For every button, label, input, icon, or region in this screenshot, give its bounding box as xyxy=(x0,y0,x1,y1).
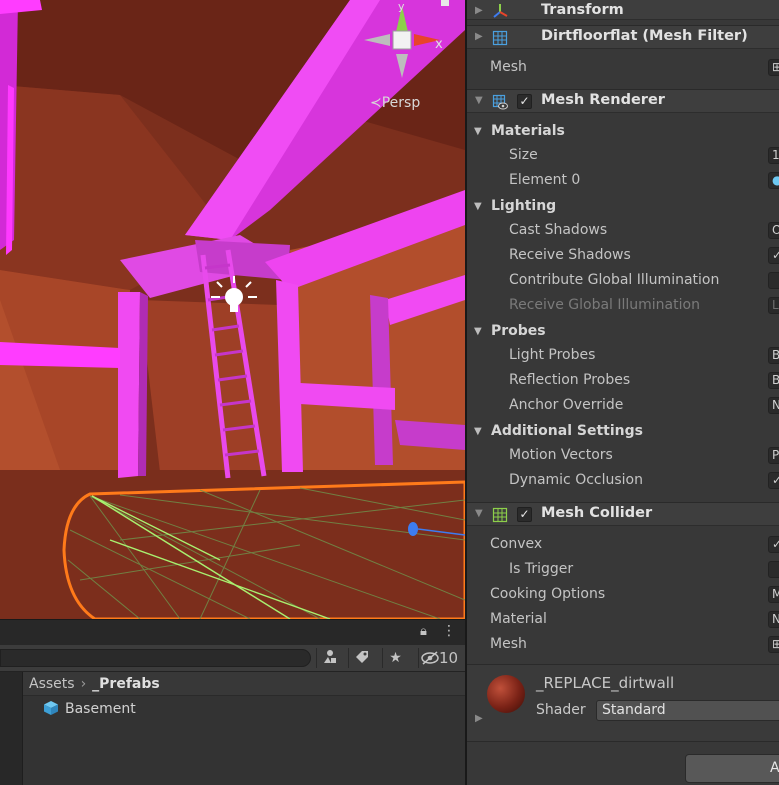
component-mesh-collider-header[interactable]: ▼ ✓ Mesh Collider xyxy=(467,502,779,526)
fold-arrow-icon: ▼ xyxy=(474,426,482,437)
dynamic-occlusion-row: Dynamic Occlusion ✓ xyxy=(467,468,779,493)
perspective-icon: ≺ xyxy=(370,95,382,111)
cooking-options-dropdown[interactable]: Mixed... xyxy=(768,586,779,603)
shader-label: Shader xyxy=(536,702,586,718)
component-title: Mesh Renderer xyxy=(541,92,665,108)
mesh-filter-icon xyxy=(492,30,508,46)
reflection-probes-dropdown[interactable]: Blend Probes xyxy=(768,372,779,389)
asset-item-basement[interactable]: Basement xyxy=(43,699,136,719)
convex-checkbox[interactable]: ✓ xyxy=(768,536,779,553)
probes-section[interactable]: ▼ Probes xyxy=(467,319,779,344)
enabled-checkbox[interactable]: ✓ xyxy=(517,507,532,522)
component-mesh-filter-header[interactable]: ▶ Dirtfloorflat (Mesh Filter) xyxy=(467,25,779,49)
kebab-menu-icon[interactable]: ⋮ xyxy=(442,623,456,639)
receive-gi-row: Receive Global Illumination Lightmaps xyxy=(467,293,779,318)
materials-size-row: Size 1 xyxy=(467,143,779,168)
component-title: Mesh Collider xyxy=(541,505,653,521)
component-title: Transform xyxy=(541,2,624,18)
project-toolbar: ★ 10 xyxy=(0,645,465,672)
add-component-button[interactable]: Add Component xyxy=(685,754,779,783)
receive-gi-dropdown: Lightmaps xyxy=(768,297,779,314)
motion-vectors-dropdown[interactable]: Per Object Motion xyxy=(768,447,779,464)
dynamic-occlusion-checkbox[interactable]: ✓ xyxy=(768,472,779,489)
gizmo-y-label: y xyxy=(398,0,405,13)
contribute-gi-row: Contribute Global Illumination xyxy=(467,268,779,293)
mesh-collider-icon xyxy=(492,507,508,523)
enabled-checkbox[interactable]: ✓ xyxy=(517,94,532,109)
transform-axes-icon xyxy=(493,4,508,18)
prefab-cube-icon xyxy=(44,701,58,715)
inspector-panel: ▶ Transform ▶ Dirtfloorflat (Mesh Filter… xyxy=(467,0,779,785)
anchor-override-field[interactable]: None (Transform) xyxy=(768,397,779,414)
material-dot-icon: ● xyxy=(772,173,779,187)
filter-by-type-icon[interactable] xyxy=(316,648,342,668)
mesh-filter-mesh-row: Mesh ⊞ xyxy=(467,55,779,80)
mesh-object-field[interactable]: ⊞ xyxy=(768,59,779,76)
hidden-packages-toggle[interactable]: 10 xyxy=(418,648,458,668)
is-trigger-row: Is Trigger xyxy=(467,557,779,582)
light-probes-dropdown[interactable]: Blend Probes xyxy=(768,347,779,364)
fold-arrow-icon: ▼ xyxy=(474,126,482,137)
reflection-probes-row: Reflection Probes Blend Probes xyxy=(467,368,779,393)
cooking-options-row: Cooking Options Mixed... xyxy=(467,582,779,607)
favorites-star-icon[interactable]: ★ xyxy=(382,648,408,668)
motion-vectors-row: Motion Vectors Per Object Motion xyxy=(467,443,779,468)
component-transform-header[interactable]: ▶ Transform xyxy=(467,0,779,20)
breadcrumb-prefabs[interactable]: _Prefabs xyxy=(92,676,160,692)
collider-mesh-row: Mesh ⊞ xyxy=(467,632,779,657)
convex-row: Convex ✓ xyxy=(467,532,779,557)
scene-view[interactable]: y x ≺Persp xyxy=(0,0,465,619)
is-trigger-checkbox[interactable] xyxy=(768,561,779,578)
project-folder-tree[interactable] xyxy=(0,672,23,785)
filter-by-label-icon[interactable] xyxy=(348,648,374,668)
receive-shadows-row: Receive Shadows ✓ xyxy=(467,243,779,268)
collider-material-row: Material None (Physic Material) xyxy=(467,607,779,632)
eye-slash-icon xyxy=(421,651,439,665)
material-name: _REPLACE_dirtwall xyxy=(536,674,675,692)
contribute-gi-checkbox[interactable] xyxy=(768,272,779,289)
fold-arrow-icon[interactable]: ▶ xyxy=(475,713,483,724)
shader-dropdown[interactable]: Standard xyxy=(596,700,779,721)
cast-shadows-dropdown[interactable]: On xyxy=(768,222,779,239)
mesh-renderer-icon xyxy=(492,94,508,110)
fold-arrow-icon[interactable]: ▼ xyxy=(475,95,483,106)
breadcrumb-chevron-icon: › xyxy=(80,676,87,692)
materials-section[interactable]: ▼ Materials xyxy=(467,119,779,144)
mesh-label: Mesh xyxy=(490,59,527,75)
receive-shadows-checkbox[interactable]: ✓ xyxy=(768,247,779,264)
cast-shadows-row: Cast Shadows On xyxy=(467,218,779,243)
scene-render[interactable]: y x xyxy=(0,0,465,619)
component-mesh-renderer-header[interactable]: ▼ ✓ Mesh Renderer xyxy=(467,89,779,113)
physic-material-field[interactable]: None (Physic Material) xyxy=(768,611,779,628)
material-object-field[interactable]: ● xyxy=(768,172,779,189)
fold-arrow-icon: ▼ xyxy=(474,326,482,337)
lighting-section[interactable]: ▼ Lighting xyxy=(467,194,779,219)
additional-settings-section[interactable]: ▼ Additional Settings xyxy=(467,419,779,444)
breadcrumb-assets[interactable]: Assets xyxy=(29,676,75,692)
anchor-override-row: Anchor Override None (Transform) xyxy=(467,393,779,418)
gizmo-x-label: x xyxy=(435,37,443,52)
light-probes-row: Light Probes Blend Probes xyxy=(467,343,779,368)
lock-icon[interactable]: 🔒︎ xyxy=(420,624,427,639)
material-preview-sphere xyxy=(487,675,525,713)
project-search-input[interactable] xyxy=(0,649,311,667)
component-title: Dirtfloorflat (Mesh Filter) xyxy=(541,28,748,44)
fold-arrow-icon[interactable]: ▶ xyxy=(475,31,483,42)
fold-arrow-icon[interactable]: ▶ xyxy=(475,5,483,16)
collider-mesh-field[interactable]: ⊞ xyxy=(768,636,779,653)
fold-arrow-icon: ▼ xyxy=(474,201,482,212)
scene-view-footer: 🔒︎ ⋮ xyxy=(0,619,465,645)
materials-size-field[interactable]: 1 xyxy=(768,147,779,164)
material-editor: _REPLACE_dirtwall Shader Standard ▶ xyxy=(467,664,779,742)
fold-arrow-icon[interactable]: ▼ xyxy=(475,508,483,519)
materials-element0-row: Element 0 ● xyxy=(467,168,779,193)
project-browser: Assets › _Prefabs Basement xyxy=(0,672,465,785)
perspective-toggle[interactable]: ≺Persp xyxy=(370,95,420,111)
breadcrumb: Assets › _Prefabs xyxy=(23,672,465,696)
